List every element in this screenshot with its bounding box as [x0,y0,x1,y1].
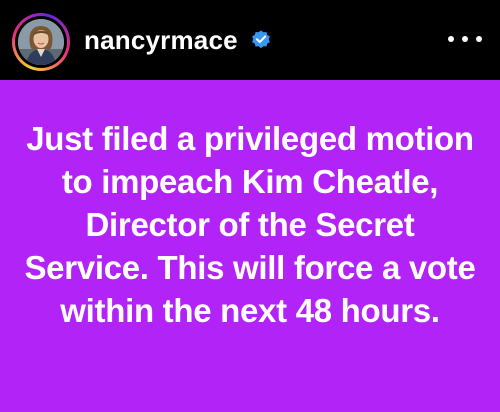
instagram-post: nancyrmace Just filed a privileged motio… [0,0,500,412]
more-options-icon[interactable] [448,28,482,50]
post-text: Just filed a privileged motion to impeac… [24,120,476,329]
story-ring[interactable] [12,13,70,71]
post-header: nancyrmace [0,0,500,80]
more-dot [448,36,454,42]
avatar [18,19,64,65]
verified-badge-icon [252,30,270,49]
post-image[interactable]: Just filed a privileged motion to impeac… [0,80,500,412]
avatar-gap [15,16,67,68]
more-dot [462,36,468,42]
more-dot [476,36,482,42]
profile-photo-icon [18,19,64,65]
username[interactable]: nancyrmace [84,22,238,58]
